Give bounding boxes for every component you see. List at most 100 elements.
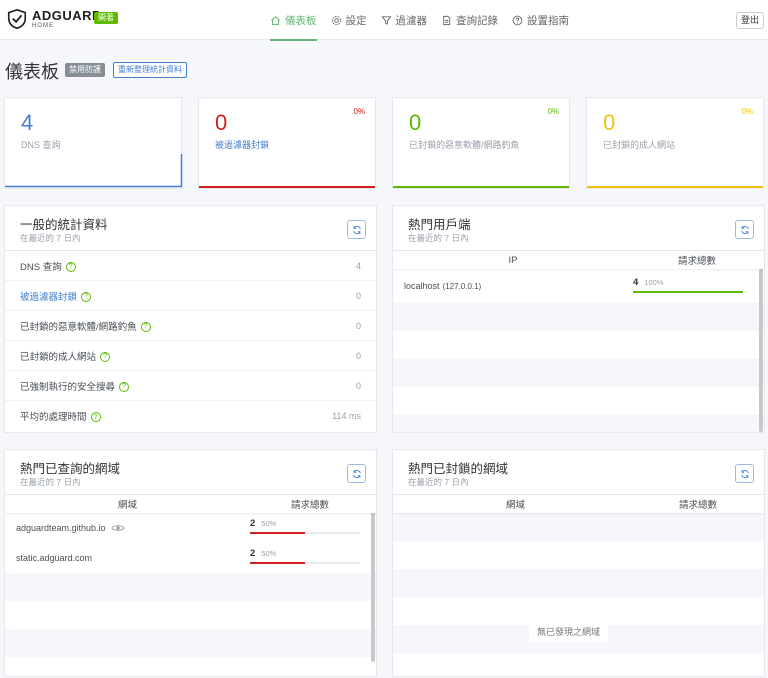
help-circle-icon [512,15,523,25]
nav-filters[interactable]: 過濾器 [380,0,427,40]
clients-table: IP 請求總數 localhost (127.0.0.1) 4 100% [393,250,764,432]
help-icon[interactable]: ? [81,291,92,302]
stat-label: DNS 查詢 [21,140,61,150]
row-value: 0 [355,350,361,361]
stat-value: 0 [603,110,616,135]
empty-row [393,331,764,359]
column-header-count[interactable]: 請求總數 [638,495,758,513]
domain-cell: static.adguard.com [5,543,250,573]
stat-label[interactable]: 被過濾器封鎖 [215,138,269,151]
nav-settings[interactable]: 設定 [331,0,367,40]
row-label: DNS 查詢 [20,261,62,273]
general-statistics-card: 一般的統計資料 在最近的 7 日內 DNS 查詢? 4 被過濾器封鎖? 0 已封… [4,205,377,433]
nav-query-log[interactable]: 查詢記錄 [441,0,498,40]
row-value: 0 [355,290,361,301]
table-header: 網域 請求總數 [5,495,376,513]
empty-row [393,359,764,387]
count-cell: 2 50% [250,513,360,543]
count-bar [250,532,360,534]
eye-icon[interactable] [110,523,125,533]
logout-button[interactable]: 登出 [736,12,765,29]
card-subtitle: 在最近的 7 日內 [20,233,81,243]
logo-title: ADGUARD [32,8,102,23]
domain-name[interactable]: static.adguard.com [16,553,92,563]
row-value: 0 [355,320,361,331]
column-header-count[interactable]: 請求總數 [633,251,761,269]
stat-row-dns-queries: DNS 查詢? 4 [5,251,376,281]
count-bar-fill [250,532,305,534]
empty-state-message: 無已發現之網域 [529,621,609,642]
count-value: 2 [250,548,256,559]
protection-status-badge: 開著 [94,12,118,24]
help-icon[interactable]: ? [140,321,151,332]
refresh-icon [352,469,361,478]
count-bar [633,291,743,293]
help-icon[interactable]: ? [119,381,130,392]
count-percent: 50% [261,549,277,558]
empty-row [5,629,376,657]
client-name[interactable]: localhost [404,281,440,291]
refresh-button[interactable] [735,464,754,483]
refresh-button[interactable] [347,464,366,483]
stat-percent: 0% [353,107,365,116]
main-nav: 儀表板 設定 過濾器 查詢記錄 設置指南 [270,0,583,41]
count-bar-fill [250,562,305,564]
row-label: 已封鎖的惡意軟體/網路釣魚 [20,321,137,333]
scrollbar[interactable] [371,496,375,662]
client-cell: localhost (127.0.0.1) [393,269,633,303]
stat-card-blocked-adult: 0 已封鎖的成人網站 0% [586,97,764,189]
row-label-link[interactable]: 被過濾器封鎖 [20,292,77,303]
disable-protection-button[interactable]: 禁用防護 [65,63,105,77]
count-cell: 4 100% [633,269,743,303]
empty-row [393,569,764,597]
stat-row-avg-time: 平均的處理時間? 114 ms [5,401,376,431]
stat-value: 0 [409,110,422,135]
scrollbar[interactable] [759,252,763,432]
nav-setup-guide[interactable]: 設置指南 [512,0,569,40]
column-header-ip[interactable]: IP [393,251,633,269]
row-label: 已強制執行的安全搜尋 [20,381,116,393]
empty-row [5,601,376,629]
card-subtitle: 在最近的 7 日內 [20,477,81,487]
refresh-button[interactable] [735,220,754,239]
stat-card-blocked-by-filters: 0 被過濾器封鎖 0% [198,97,376,189]
refresh-icon [740,225,749,234]
card-title: 熱門用戶端 [408,218,471,232]
nav-settings-label: 設定 [345,14,367,27]
column-header-domain[interactable]: 網域 [393,495,638,513]
top-blocked-domains-card: 熱門已封鎖的網域 在最近的 7 日內 網域 請求總數 無已發現之網域 [392,449,765,677]
home-icon [271,15,280,25]
top-queried-domains-card: 熱門已查詢的網域 在最近的 7 日內 網域 請求總數 adguardteam.g… [4,449,377,677]
empty-row [393,653,764,676]
document-icon [443,15,451,25]
help-icon[interactable]: ? [100,351,111,362]
help-icon[interactable]: ? [65,261,76,272]
refresh-stats-button[interactable]: 重新整理統計資料 [113,62,187,78]
gear-icon [331,15,341,25]
dns-queries-sparkline [5,154,183,188]
nav-setup-guide-label: 設置指南 [527,14,569,27]
row-label: 已封鎖的成人網站 [20,351,97,363]
stat-sparkline [587,186,763,188]
stat-sparkline [393,186,569,188]
shield-logo-icon [7,8,27,30]
domain-name[interactable]: adguardteam.github.io [16,523,106,533]
adguard-logo[interactable]: ADGUARD HOME [6,8,102,30]
empty-row [393,415,764,432]
refresh-button[interactable] [347,220,366,239]
stat-row-safesearch: 已強制執行的安全搜尋? 0 [5,371,376,401]
row-label: 平均的處理時間 [20,412,87,423]
column-header-domain[interactable]: 網域 [5,495,250,513]
nav-dashboard-label: 儀表板 [285,14,317,27]
table-row: adguardteam.github.io 2 50% [5,513,376,543]
top-navbar: ADGUARD HOME 開著 儀表板 設定 過濾器 查詢記錄 設置指南 登出 [0,0,768,41]
filter-icon [380,15,392,25]
help-icon[interactable]: ? [90,412,101,423]
empty-row [393,541,764,569]
nav-dashboard[interactable]: 儀表板 [270,0,317,41]
nav-query-log-label: 查詢記錄 [456,14,498,27]
stat-row-blocked-malware: 已封鎖的惡意軟體/網路釣魚? 0 [5,311,376,341]
column-header-count[interactable]: 請求總數 [250,495,370,513]
stat-card-blocked-malware: 0 已封鎖的惡意軟體/網路釣魚 0% [392,97,570,189]
logo-subtitle: HOME [32,23,54,29]
